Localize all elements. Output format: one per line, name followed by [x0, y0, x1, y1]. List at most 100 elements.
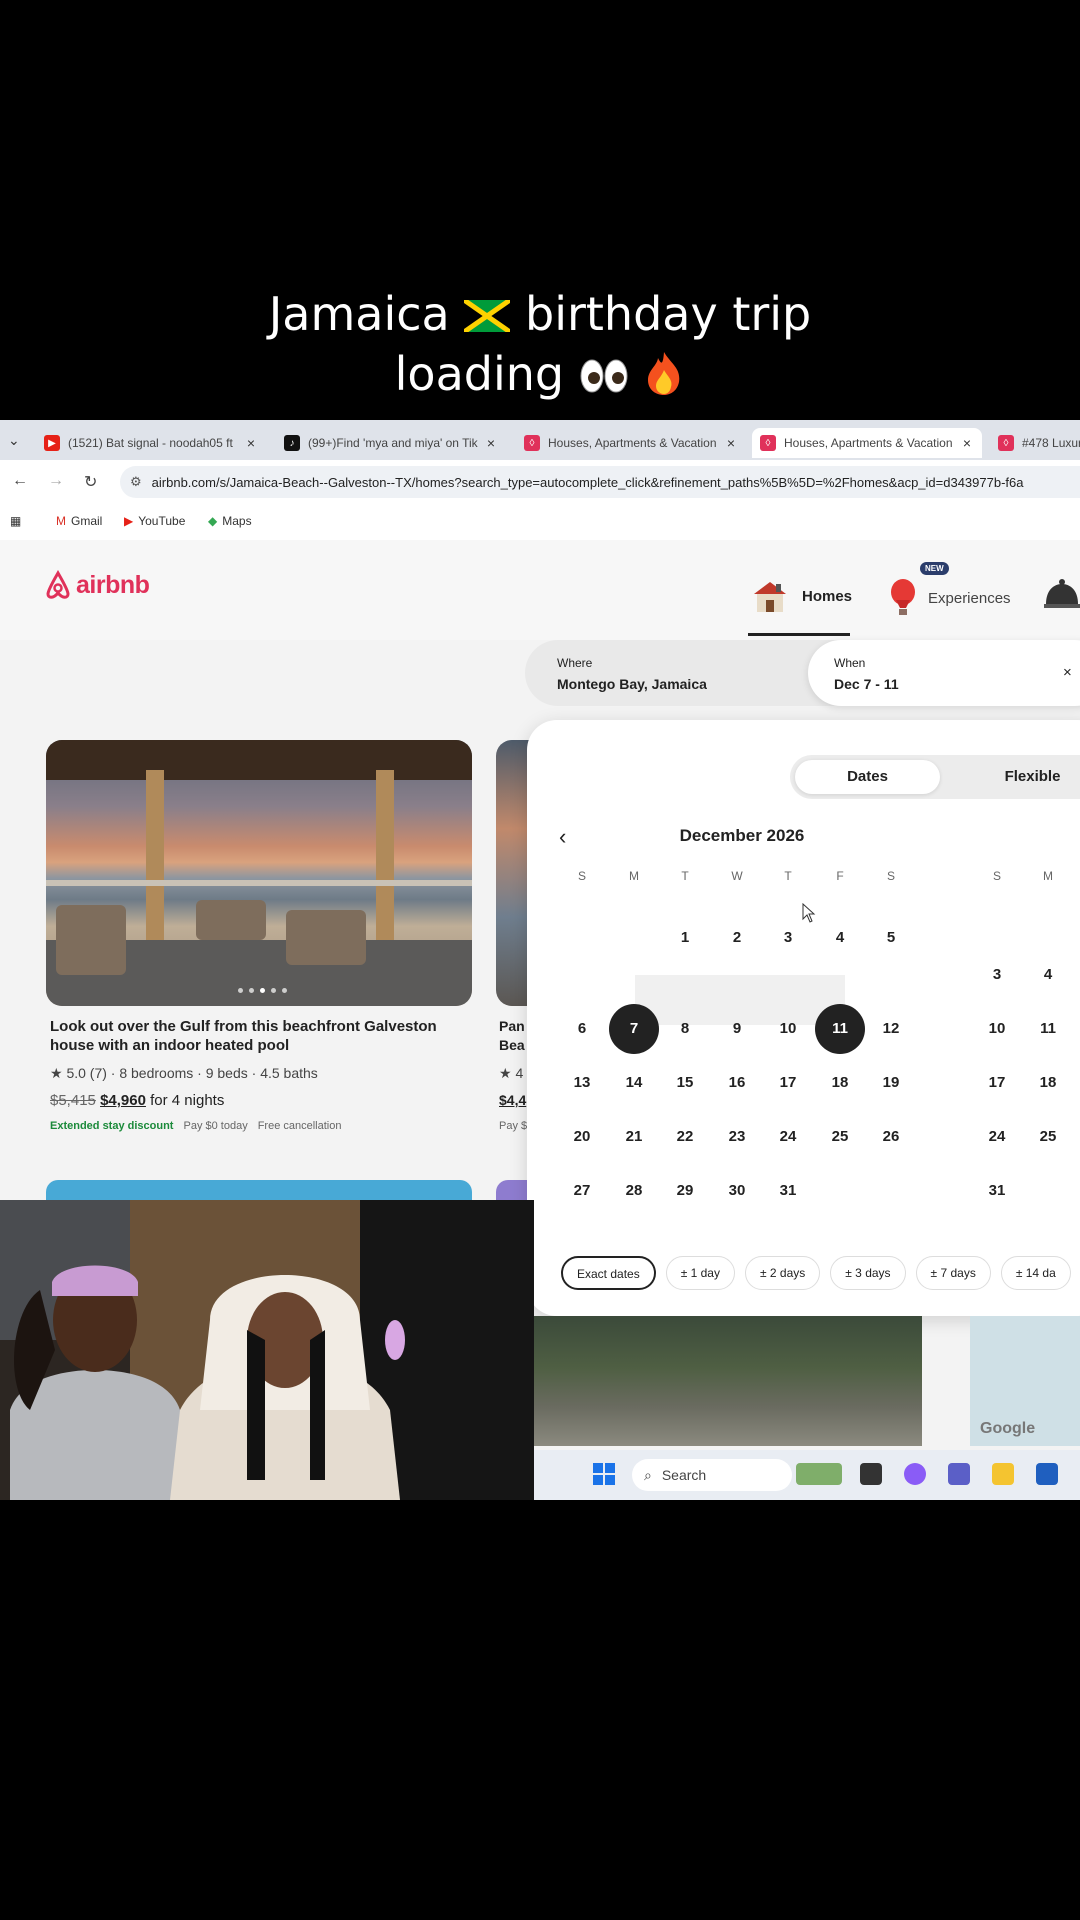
calendar-day[interactable]: 14	[609, 1058, 659, 1108]
when-field[interactable]: When Dec 7 - 11	[808, 640, 1080, 706]
close-tab-icon[interactable]: ×	[242, 435, 260, 451]
partial-listing-title-2[interactable]: Bea	[499, 1037, 525, 1053]
next-month-calendar-day[interactable]: 4	[1023, 950, 1073, 1000]
chip-14-days[interactable]: ± 14 da	[1000, 1256, 1071, 1290]
calendar-day[interactable]: 25	[815, 1112, 865, 1162]
tab-airbnb-active[interactable]: ◊ Houses, Apartments & Vacation ×	[752, 428, 982, 458]
bookmark-label: Maps	[222, 514, 252, 528]
next-month-calendar-day[interactable]: 18	[1023, 1058, 1073, 1108]
calendar-day[interactable]: 6	[557, 1004, 607, 1054]
calendar-day[interactable]: 16	[712, 1058, 762, 1108]
store-icon[interactable]	[1036, 1463, 1058, 1485]
tag-extended-stay: Extended stay discount	[50, 1120, 174, 1132]
calendar-day[interactable]: 18	[815, 1058, 865, 1108]
services-bell-icon[interactable]	[1042, 576, 1080, 610]
calendar-day[interactable]: 10	[763, 1004, 813, 1054]
calendar-day[interactable]: 4	[815, 913, 865, 963]
calendar-day[interactable]: 5	[866, 913, 916, 963]
calendar-day[interactable]: 12	[866, 1004, 916, 1054]
url-input[interactable]: ⚙ airbnb.com/s/Jamaica-Beach--Galveston-…	[120, 466, 1080, 498]
photo-carousel-dots[interactable]	[235, 988, 290, 993]
calendar-day[interactable]: 19	[866, 1058, 916, 1108]
calendar-day[interactable]: 31	[763, 1166, 813, 1216]
next-month-calendar-day[interactable]: 11	[1023, 1004, 1073, 1054]
airbnb-logo[interactable]: airbnb	[44, 570, 150, 600]
tab-search-chevron-icon[interactable]: ⌄	[8, 432, 20, 449]
bookmark-gmail[interactable]: M Gmail	[56, 514, 102, 528]
calendar-day[interactable]: 11	[815, 1004, 865, 1054]
chip-3-days[interactable]: ± 3 days	[830, 1256, 906, 1290]
listing-photo[interactable]	[46, 740, 472, 1006]
copilot-icon[interactable]	[904, 1463, 926, 1485]
forward-arrow-icon[interactable]: →	[48, 472, 64, 490]
maps-icon: ◆	[208, 514, 218, 528]
calendar-day[interactable]: 2	[712, 913, 762, 963]
chip-exact-dates[interactable]: Exact dates	[561, 1256, 656, 1290]
calendar-day[interactable]: 7	[609, 1004, 659, 1054]
taskbar-search-input[interactable]: ⌕ Search	[632, 1459, 792, 1491]
calendar-day[interactable]: 30	[712, 1166, 762, 1216]
tab-title: (1521) Bat signal - noodah05 ft	[68, 436, 233, 450]
chip-7-days[interactable]: ± 7 days	[915, 1256, 991, 1290]
apps-grid-icon[interactable]: ▦	[10, 514, 21, 528]
tab-dates[interactable]: Dates	[795, 760, 940, 794]
next-month-calendar-day[interactable]: 3	[972, 950, 1022, 1000]
teams-icon[interactable]	[948, 1463, 970, 1485]
next-month-calendar-day[interactable]: 10	[972, 1004, 1022, 1054]
calendar-day[interactable]: 1	[660, 913, 710, 963]
task-view-icon[interactable]	[860, 1463, 882, 1485]
partial-listing-title[interactable]: Pan	[499, 1018, 525, 1034]
chip-1-day[interactable]: ± 1 day	[665, 1256, 735, 1290]
next-month-calendar-day[interactable]: 31	[972, 1166, 1022, 1216]
calendar-day[interactable]: 22	[660, 1112, 710, 1162]
property-aerial-photo[interactable]	[534, 1316, 922, 1446]
back-arrow-icon[interactable]: ←	[12, 472, 28, 490]
previous-month-chevron-icon[interactable]: ‹	[559, 824, 566, 850]
close-tab-icon[interactable]: ×	[722, 435, 740, 451]
widgets-icon[interactable]	[796, 1463, 842, 1485]
calendar-day[interactable]: 27	[557, 1166, 607, 1216]
chip-2-days[interactable]: ± 2 days	[744, 1256, 821, 1290]
month-title: December 2026	[679, 826, 805, 845]
next-month-calendar-day[interactable]: 17	[972, 1058, 1022, 1108]
bookmark-youtube[interactable]: ▶ YouTube	[124, 514, 185, 528]
tab-tiktok[interactable]: ♪ (99+)Find 'mya and miya' on Tik ×	[276, 428, 506, 458]
calendar-day[interactable]: 17	[763, 1058, 813, 1108]
tab-airbnb-1[interactable]: ◊ Houses, Apartments & Vacation ×	[516, 428, 746, 458]
calendar-day[interactable]: 28	[609, 1166, 659, 1216]
calendar-day[interactable]: 29	[660, 1166, 710, 1216]
clear-dates-icon[interactable]: ×	[1063, 664, 1072, 681]
file-explorer-icon[interactable]	[992, 1463, 1014, 1485]
next-month-calendar-day[interactable]: 25	[1023, 1112, 1073, 1162]
reload-icon[interactable]: ↻	[84, 472, 97, 492]
calendar-day[interactable]: 23	[712, 1112, 762, 1162]
tab-title: (99+)Find 'mya and miya' on Tik	[308, 436, 478, 450]
close-tab-icon[interactable]: ×	[482, 435, 500, 451]
listing-title[interactable]: Look out over the Gulf from this beachfr…	[50, 1017, 470, 1055]
listing-price: $5,415 $4,960 for 4 nights	[50, 1092, 224, 1109]
calendar-day[interactable]: 26	[866, 1112, 916, 1162]
next-month-calendar-day[interactable]: 24	[972, 1112, 1022, 1162]
calendar-day[interactable]: 9	[712, 1004, 762, 1054]
close-tab-icon[interactable]: ×	[958, 435, 976, 451]
site-settings-icon[interactable]: ⚙	[130, 474, 142, 490]
tab-airbnb-luxury[interactable]: ◊ #478 Luxur	[990, 428, 1080, 458]
calendar-day[interactable]: 8	[660, 1004, 710, 1054]
nav-experiences[interactable]: Experiences	[888, 578, 1011, 618]
search-icon: ⌕	[644, 1466, 652, 1483]
discounted-price[interactable]: $4,960	[100, 1092, 146, 1109]
calendar-day[interactable]: 20	[557, 1112, 607, 1162]
calendar-day[interactable]: 13	[557, 1058, 607, 1108]
calendar-day[interactable]: 21	[609, 1112, 659, 1162]
calendar-day[interactable]: 24	[763, 1112, 813, 1162]
tab-youtube[interactable]: ▶ (1521) Bat signal - noodah05 ft ×	[36, 428, 266, 458]
next-listing-photo[interactable]	[46, 1180, 472, 1200]
screen-recording: ⌄ ▶ (1521) Bat signal - noodah05 ft × ♪ …	[0, 420, 1080, 1500]
airbnb-header: airbnb Homes Experiences NEW	[0, 540, 1080, 640]
tab-flexible[interactable]: Flexible	[960, 760, 1080, 794]
calendar-day[interactable]: 15	[660, 1058, 710, 1108]
where-field[interactable]: Where Montego Bay, Jamaica	[525, 640, 808, 706]
nav-homes[interactable]: Homes	[748, 578, 852, 614]
bookmark-maps[interactable]: ◆ Maps	[208, 514, 252, 528]
windows-start-icon[interactable]	[592, 1462, 616, 1486]
